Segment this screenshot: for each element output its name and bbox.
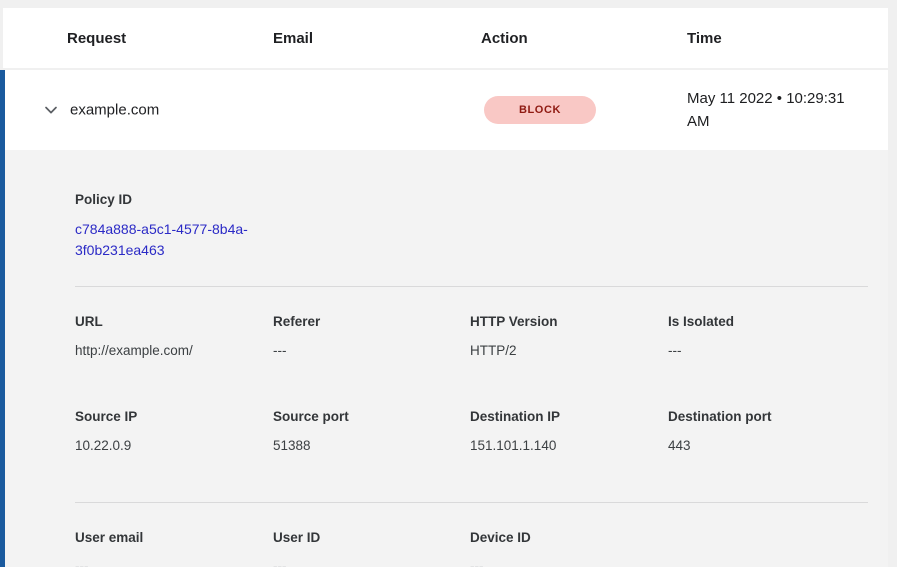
detail-row-url: URL http://example.com/ Referer --- HTTP… <box>75 312 868 361</box>
field-source-ip: Source IP 10.22.0.9 <box>75 407 273 456</box>
section-divider <box>75 502 868 503</box>
field-referer: Referer --- <box>273 312 470 361</box>
field-is-isolated: Is Isolated --- <box>668 312 868 361</box>
field-http-version: HTTP Version HTTP/2 <box>470 312 668 361</box>
column-header-time: Time <box>687 30 888 47</box>
field-device-id: Device ID --- <box>470 528 668 567</box>
log-table-header: Request Email Action Time <box>3 8 888 68</box>
column-header-action: Action <box>481 30 687 47</box>
policy-id-section: Policy ID c784a888-a5c1-4577-8b4a-3f0b23… <box>75 190 868 261</box>
field-destination-ip: Destination IP 151.101.1.140 <box>470 407 668 456</box>
request-timestamp: May 11 2022 • 10:29:31 AM <box>687 70 869 150</box>
log-row-example-com[interactable]: example.com BLOCK May 11 2022 • 10:29:31… <box>5 70 888 150</box>
field-destination-port: Destination port 443 <box>668 407 868 456</box>
chevron-down-icon[interactable] <box>42 101 60 119</box>
field-user-email: User email --- <box>75 528 273 567</box>
request-domain: example.com <box>70 102 159 119</box>
policy-id-label: Policy ID <box>75 190 868 210</box>
field-url: URL http://example.com/ <box>75 312 273 361</box>
column-header-email: Email <box>273 30 481 47</box>
detail-row-network: Source IP 10.22.0.9 Source port 51388 De… <box>75 407 868 456</box>
field-empty <box>668 528 868 567</box>
expanded-log-entry: example.com BLOCK May 11 2022 • 10:29:31… <box>0 70 888 567</box>
section-divider <box>75 286 868 287</box>
policy-id-link[interactable]: c784a888-a5c1-4577-8b4a-3f0b231ea463 <box>75 219 277 261</box>
field-user-id: User ID --- <box>273 528 470 567</box>
action-block-badge: BLOCK <box>484 96 596 124</box>
field-source-port: Source port 51388 <box>273 407 470 456</box>
detail-row-user: User email --- User ID --- Device ID --- <box>75 528 868 567</box>
log-detail-panel: Policy ID c784a888-a5c1-4577-8b4a-3f0b23… <box>5 150 888 567</box>
column-header-request: Request <box>67 30 273 47</box>
